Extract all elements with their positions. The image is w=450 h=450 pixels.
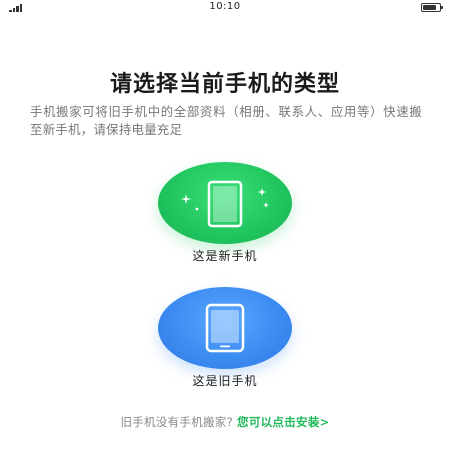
page-title: 请选择当前手机的类型 xyxy=(109,72,340,97)
status-bar: 10:10 xyxy=(0,0,450,16)
new-phone-label: 这是新手机 xyxy=(192,249,258,263)
old-phone-button[interactable] xyxy=(158,287,292,369)
footer-prompt: 旧手机没有手机搬家? xyxy=(120,415,234,429)
battery-icon xyxy=(421,3,443,12)
status-time: 10:10 xyxy=(209,1,241,12)
old-phone-label: 这是旧手机 xyxy=(192,374,258,388)
page-description: 手机搬家可将旧手机中的全部资料（相册、联系人、应用等）快速搬至新手机，请保持电量… xyxy=(30,104,422,137)
phone-sparkle-icon xyxy=(181,180,269,228)
tablet-icon xyxy=(205,303,245,353)
new-phone-button[interactable] xyxy=(158,162,292,244)
install-link[interactable]: 您可以点击安装> xyxy=(237,415,330,429)
phone-migration-screen: 10:10 请选择当前手机的类型 手机搬家可将旧手机中的全部资料（相册、联系人、… xyxy=(0,0,450,450)
footer: 旧手机没有手机搬家? 您可以点击安装> xyxy=(0,414,450,430)
